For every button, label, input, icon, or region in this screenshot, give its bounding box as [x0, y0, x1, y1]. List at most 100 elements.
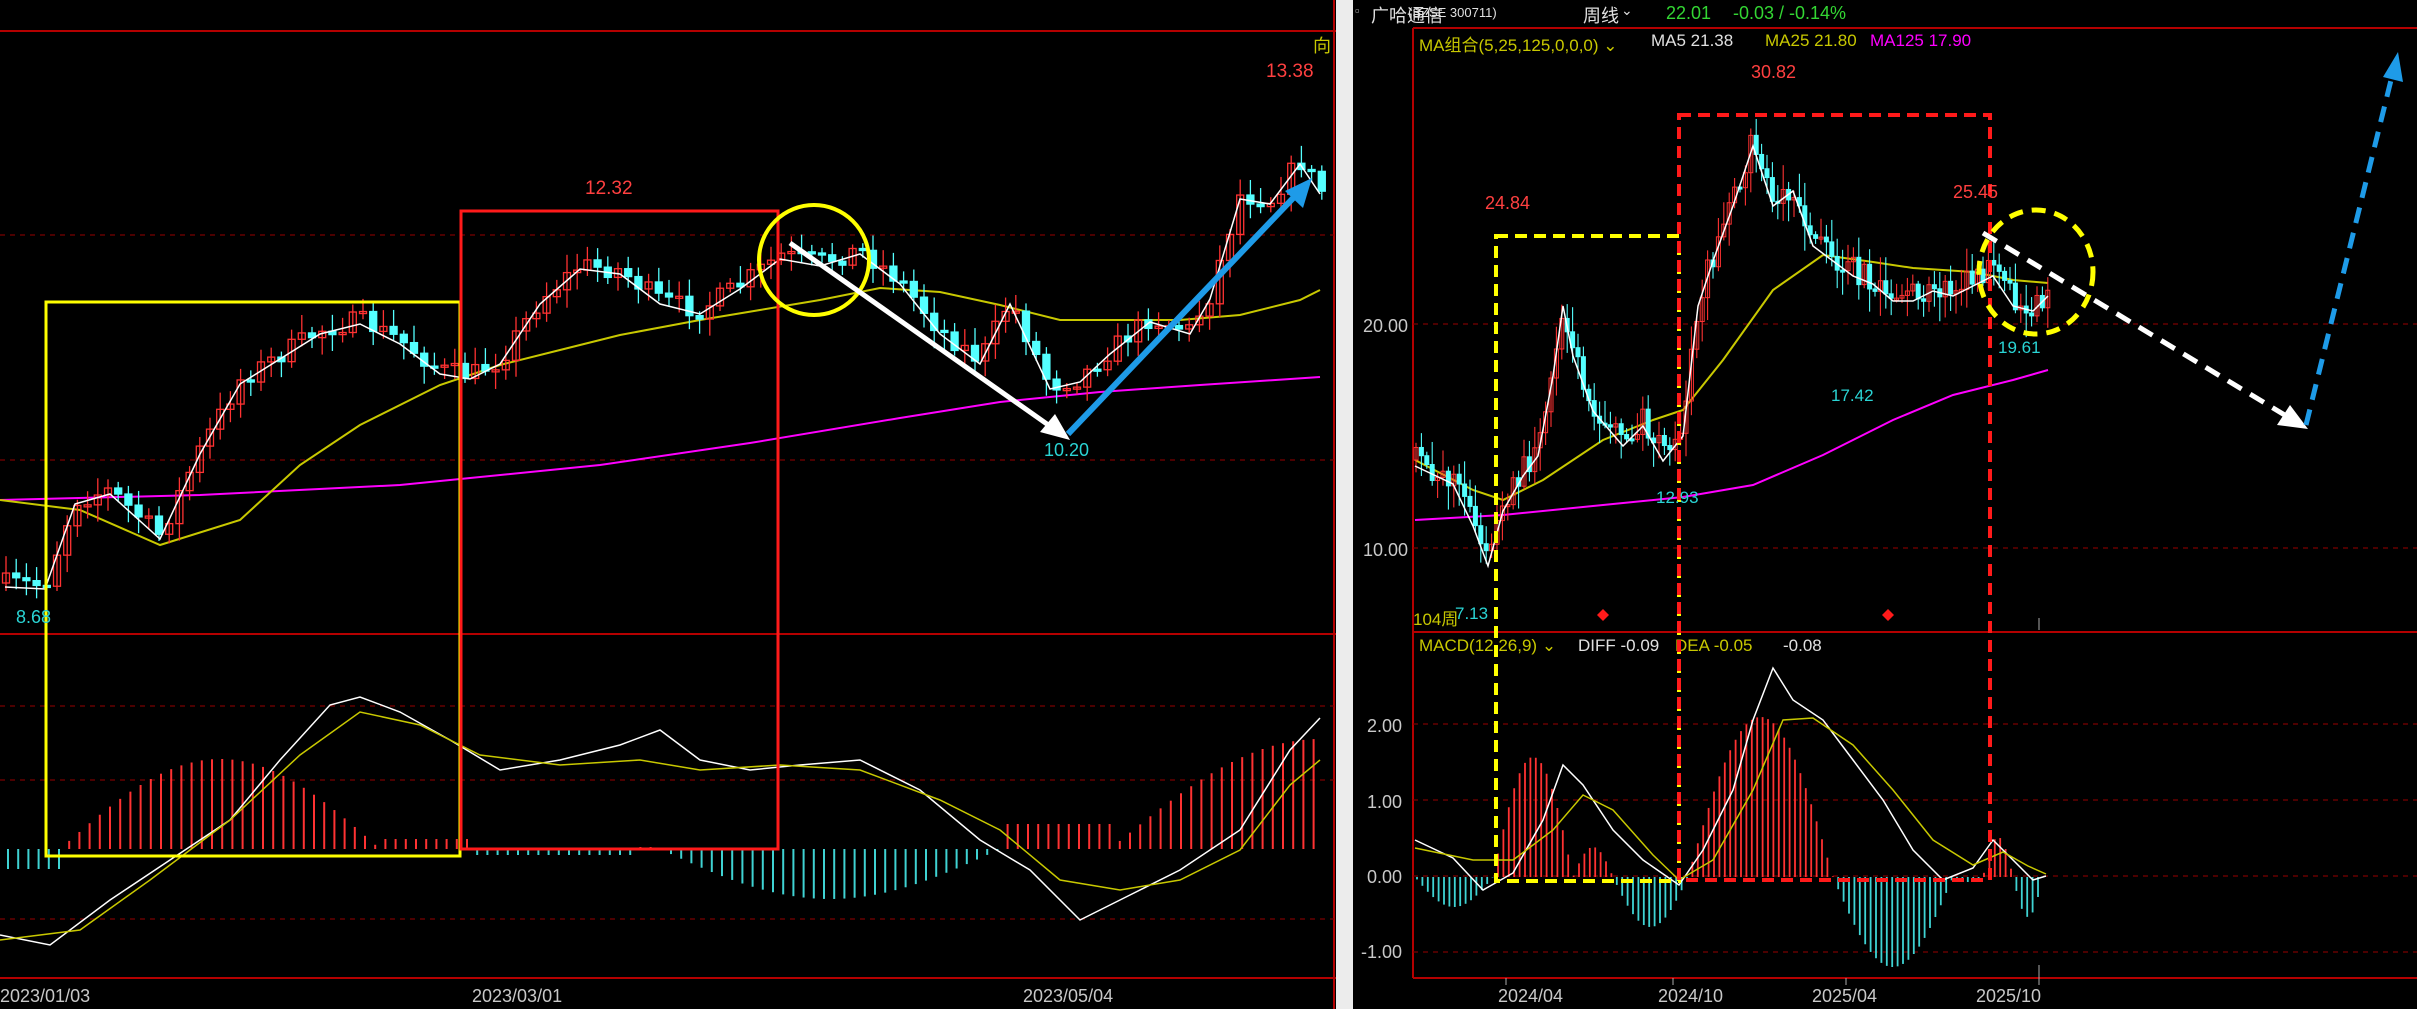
signal-marker-2	[1882, 609, 1894, 621]
high3-label: 25.45	[1953, 182, 1998, 202]
candle-body	[1618, 423, 1624, 436]
candle-body	[134, 504, 143, 518]
candle-body	[1472, 505, 1478, 527]
candle-body	[1418, 446, 1424, 457]
candle-body	[899, 280, 908, 284]
low3-label: 17.42	[1831, 386, 1874, 405]
y-tick-10: 10.00	[1363, 540, 1408, 560]
high1-label: 24.84	[1485, 193, 1530, 213]
candle-body	[1931, 284, 1937, 290]
candle-body	[828, 254, 837, 262]
candle-body	[940, 329, 949, 334]
candle-body	[460, 362, 470, 380]
candle-body	[624, 268, 633, 278]
candle-body	[1246, 194, 1255, 205]
macd-tick-2: 2.00	[1367, 716, 1402, 736]
y-tick-20: 20.00	[1363, 316, 1408, 336]
candle-body	[1813, 234, 1819, 239]
low-label: 8.68	[16, 607, 51, 627]
candle-body	[593, 259, 602, 268]
candle-body	[807, 251, 816, 255]
candle-body	[1174, 324, 1184, 330]
white-arrowhead	[1040, 414, 1070, 440]
last-low-label: 19.61	[1998, 338, 2041, 357]
macd-tick-1: 1.00	[1367, 792, 1402, 812]
ma125-line	[0, 376, 1321, 501]
mid-high-label: 12.32	[585, 178, 633, 199]
x-tick-2024-10: 2024/10	[1658, 986, 1723, 1006]
right-chart-panel: ▫ 广哈通信 (SZSE 300711) 周线 ⌄ 22.01 -0.03 / …	[1353, 0, 2417, 1009]
candle-body	[1948, 280, 1954, 295]
candle-body	[1883, 280, 1889, 295]
candle-body	[2002, 270, 2008, 281]
left-chart-panel: 8.68 12.32 10.20 13.38 向 2023/01/03 2023…	[0, 0, 1336, 1009]
pullback-low-label: 10.20	[1044, 440, 1089, 460]
candle-body	[1424, 455, 1430, 466]
corner-label: 向	[1313, 36, 1331, 56]
left-chart-canvas: 8.68 12.32 10.20 13.38 向 2023/01/03 2023…	[0, 0, 1336, 1009]
low-label: 7.13	[1455, 604, 1488, 623]
white-down-arrow	[788, 240, 1056, 432]
candle-body	[114, 487, 123, 495]
candle-body	[1462, 483, 1468, 497]
x-tick-3: 2023/05/04	[1023, 986, 1113, 1006]
candle-body	[1483, 543, 1489, 552]
candle-body	[32, 580, 41, 587]
candle-body	[22, 577, 31, 582]
candle-body	[124, 493, 133, 506]
macd-histogram	[1416, 717, 2039, 967]
blue-up-arrow	[1065, 191, 1300, 437]
candle-body	[2029, 312, 2035, 317]
candle-body	[817, 252, 827, 256]
candle-body	[1307, 168, 1316, 173]
candle-body	[1575, 347, 1581, 358]
candle-body	[695, 315, 704, 320]
candle-body	[1467, 495, 1473, 507]
candle-body	[409, 341, 419, 354]
candle-body	[1829, 241, 1835, 257]
candle-body	[1624, 434, 1630, 440]
candle-body	[654, 281, 663, 294]
candle-body	[2007, 279, 2013, 284]
candle-body	[1991, 259, 1997, 266]
candle-body	[1921, 298, 1927, 302]
macd-diff-line	[0, 696, 1321, 946]
candle-body	[664, 292, 674, 298]
candle-body	[1872, 288, 1878, 292]
high-label: 13.38	[1266, 61, 1314, 82]
peak-label: 30.82	[1751, 62, 1796, 82]
candle-body	[1764, 168, 1770, 179]
right-chart-canvas: 20.00 10.00 2.00 1.00 0.00 -1.00 104周 7.…	[1361, 27, 2417, 1006]
x-tick-2025-04: 2025/04	[1812, 986, 1877, 1006]
candle-body	[1661, 435, 1667, 447]
candle-body	[1256, 203, 1265, 208]
blue-dashed-up-arrow	[2303, 71, 2396, 426]
candle-body	[1867, 263, 1873, 290]
candle-body	[1667, 445, 1673, 451]
period-count: 104周	[1413, 610, 1458, 629]
x-tick-2025-10: 2025/10	[1976, 986, 2041, 1006]
red-consolidation-box	[459, 209, 780, 851]
candle-body	[1607, 424, 1613, 428]
candle-body	[838, 260, 847, 266]
candle-body	[369, 310, 378, 333]
white-arrowhead	[2277, 405, 2308, 429]
candle-body	[246, 379, 255, 383]
x-tick-1: 2023/01/03	[0, 986, 90, 1006]
candle-body	[12, 572, 21, 579]
candle-body	[1445, 470, 1451, 487]
candle-body	[1969, 270, 1975, 285]
white-dashed-down-arrow	[1981, 230, 2295, 423]
candle-body	[1456, 473, 1462, 485]
candle-body	[858, 247, 867, 252]
macd-tick-neg1: -1.00	[1361, 942, 1402, 962]
macd-dea-line	[0, 711, 1321, 941]
candle-body	[909, 280, 918, 298]
candle-body	[154, 515, 164, 535]
candle-body	[389, 325, 398, 335]
candle-body	[1093, 368, 1102, 372]
x-tick-2: 2023/03/01	[472, 986, 562, 1006]
candle-body	[1823, 236, 1829, 243]
candle-body	[1429, 464, 1435, 482]
candle-body	[1856, 256, 1862, 286]
